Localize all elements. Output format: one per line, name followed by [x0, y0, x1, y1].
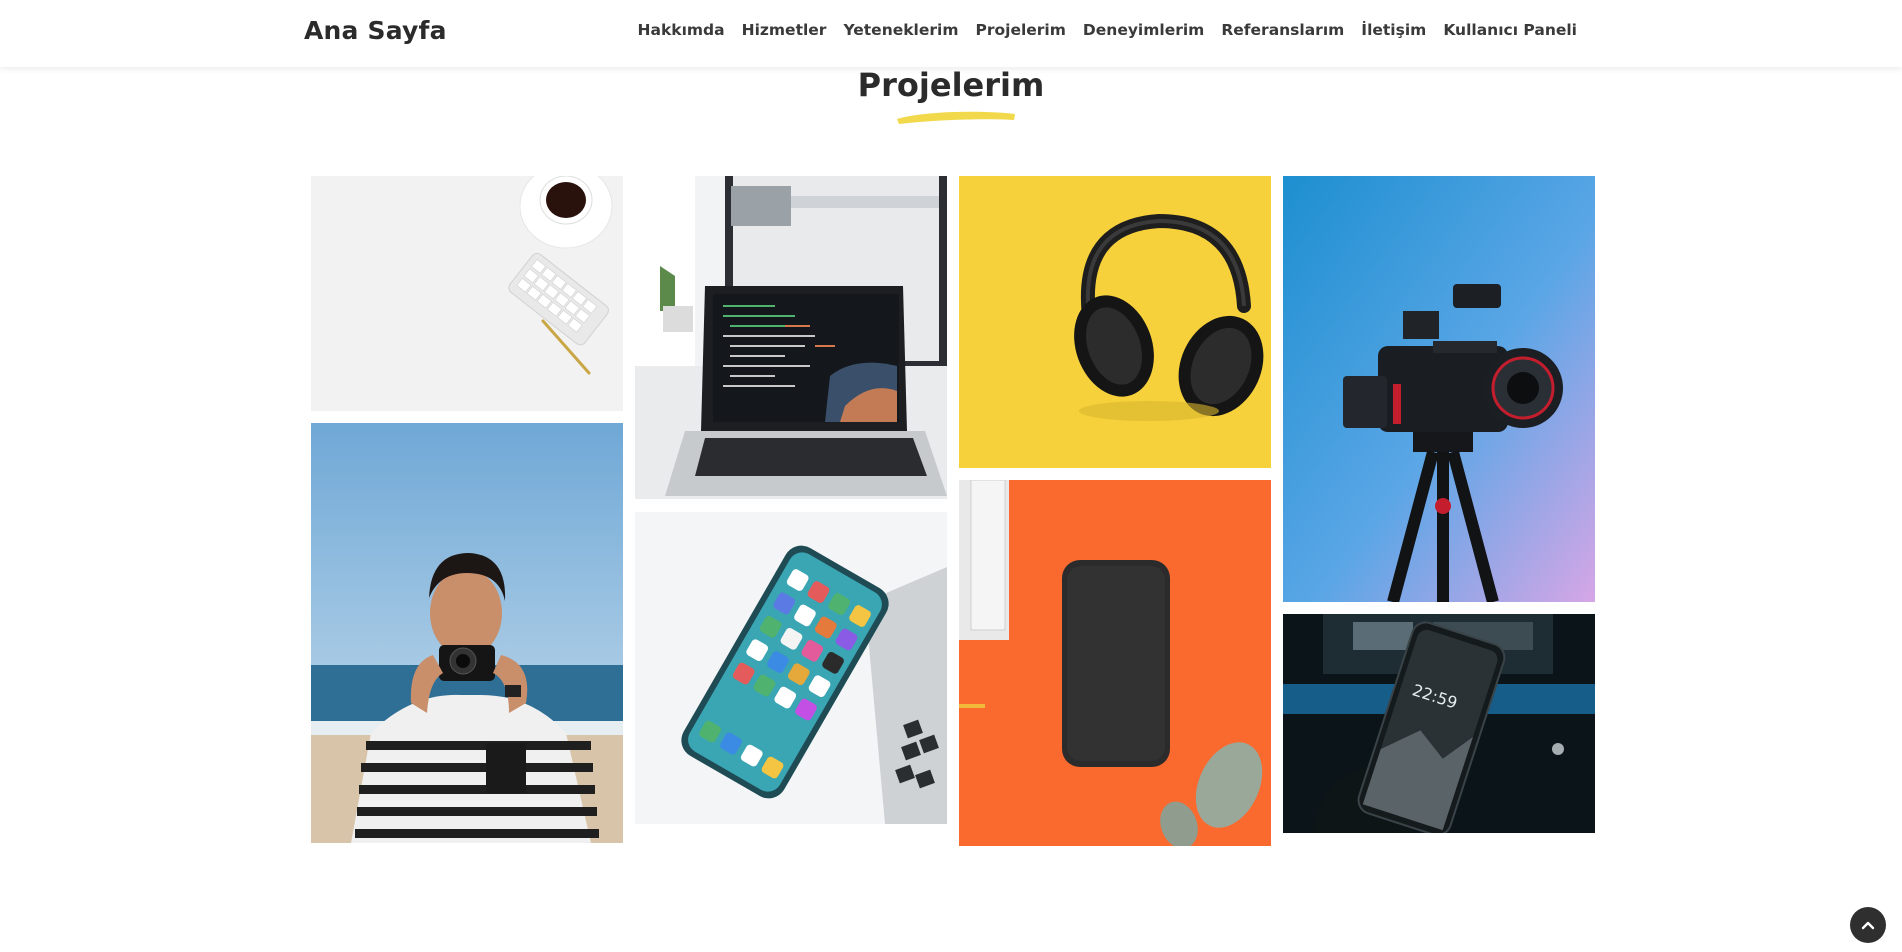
nav-item-deneyimlerim[interactable]: Deneyimlerim: [1083, 21, 1204, 39]
nav-item-projelerim[interactable]: Projelerim: [975, 21, 1065, 39]
nav-item-hizmetler[interactable]: Hizmetler: [742, 21, 827, 39]
title-underline: [897, 111, 1015, 124]
nav-item-referanslarim[interactable]: Referanslarım: [1221, 21, 1344, 39]
nav-item-hakkimda[interactable]: Hakkımda: [638, 21, 725, 39]
nav-item-kullanici-paneli[interactable]: Kullanıcı Paneli: [1443, 21, 1577, 39]
headphones-photo: [959, 176, 1271, 468]
main-nav: Hakkımda Hizmetler Yeteneklerim Projeler…: [638, 21, 1577, 39]
smartphone-photo: [635, 512, 947, 824]
project-image-laptop[interactable]: [635, 176, 947, 499]
laptop-photo: [635, 176, 947, 499]
chevron-up-icon: [1861, 921, 1875, 930]
project-image-lockscreen[interactable]: 22:59: [1283, 614, 1595, 833]
project-image-headphones[interactable]: [959, 176, 1271, 468]
camera-photo: [1283, 176, 1595, 602]
phone-orange-photo: [959, 480, 1271, 846]
lockscreen-photo: 22:59: [1283, 614, 1595, 833]
photographer-photo: [311, 423, 623, 843]
project-image-camera[interactable]: [1283, 176, 1595, 602]
nav-item-yeteneklerim[interactable]: Yeteneklerim: [843, 21, 958, 39]
nav-item-iletisim[interactable]: İletişim: [1361, 21, 1426, 39]
section-title: Projelerim: [857, 66, 1045, 104]
project-image-phone-orange[interactable]: [959, 480, 1271, 846]
project-image-smartphone[interactable]: [635, 512, 947, 824]
brand-link[interactable]: Ana Sayfa: [304, 16, 447, 45]
project-image-desk[interactable]: [311, 176, 623, 411]
navbar: Ana Sayfa Hakkımda Hizmetler Yetenekleri…: [0, 0, 1902, 67]
scroll-top-button[interactable]: [1850, 907, 1886, 943]
desk-photo: [311, 176, 623, 411]
project-image-photographer[interactable]: [311, 423, 623, 843]
